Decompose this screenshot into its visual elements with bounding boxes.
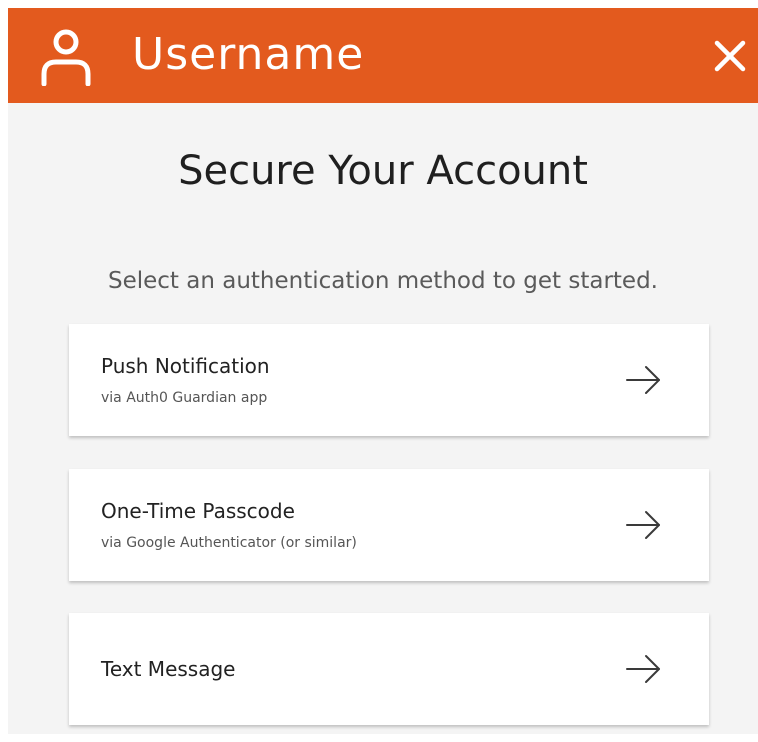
option-title: One-Time Passcode xyxy=(101,499,295,523)
option-subtitle: via Auth0 Guardian app xyxy=(101,390,268,406)
page-frame: Username Secure Your Account Select an a… xyxy=(0,0,758,742)
username-label: Username xyxy=(132,29,365,80)
option-one-time-passcode[interactable]: One-Time Passcode via Google Authenticat… xyxy=(69,469,709,581)
option-title: Text Message xyxy=(101,657,236,681)
page-subtitle: Select an authentication method to get s… xyxy=(107,268,658,294)
option-title: Push Notification xyxy=(101,354,270,378)
option-text-message[interactable]: Text Message xyxy=(69,613,709,725)
page-title: Secure Your Account xyxy=(178,148,588,194)
arrow-right-icon xyxy=(626,511,660,539)
arrow-right-icon xyxy=(626,366,660,394)
arrow-right-icon xyxy=(626,655,660,683)
option-push-notification[interactable]: Push Notification via Auth0 Guardian app xyxy=(69,324,709,436)
header-bar: Username xyxy=(8,8,758,103)
close-icon[interactable] xyxy=(712,38,748,74)
auth-panel: Username Secure Your Account Select an a… xyxy=(8,8,758,734)
option-subtitle: via Google Authenticator (or similar) xyxy=(101,535,357,551)
user-icon xyxy=(41,29,91,86)
